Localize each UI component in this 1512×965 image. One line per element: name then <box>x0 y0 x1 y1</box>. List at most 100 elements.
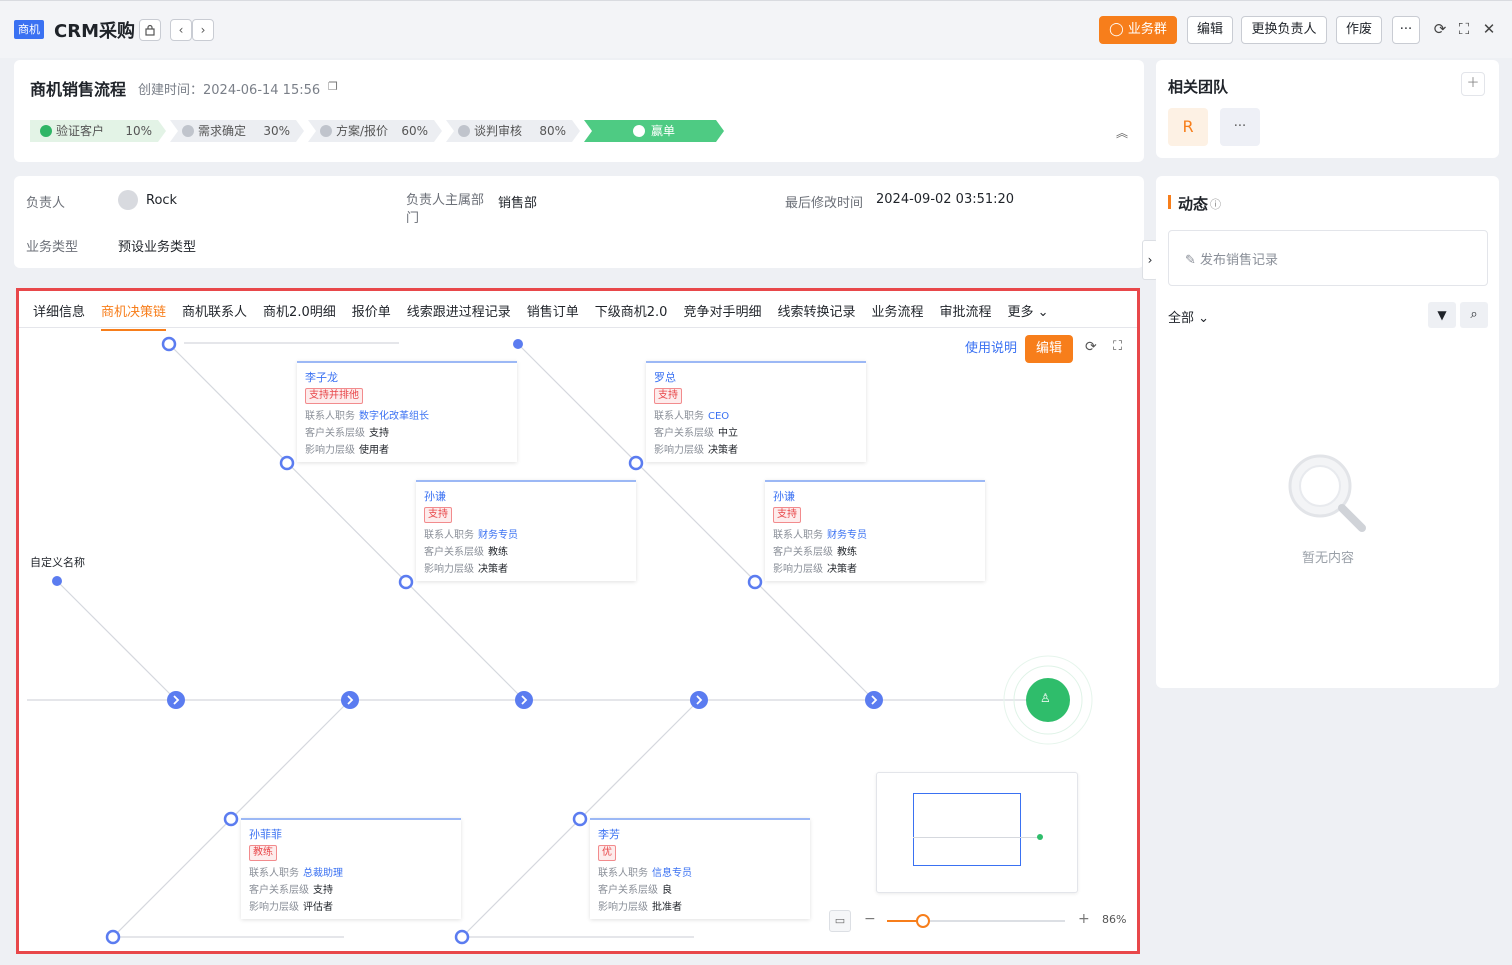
contact-node-card[interactable]: 孙谦 支持 联系人职务 财务专员 客户关系层级 教练 影响力层级 决策者 <box>416 480 636 581</box>
stage-item-win[interactable]: 赢单 <box>584 120 724 142</box>
close-icon[interactable]: ✕ <box>1480 20 1498 38</box>
empty-state-icon <box>1288 454 1366 532</box>
record-type-tag: 商机 <box>14 20 44 39</box>
dept-label: 负责人主属部门 <box>406 193 485 226</box>
node-badge: 优 <box>598 845 616 861</box>
tab-contacts[interactable]: 商机联系人 <box>182 301 247 325</box>
node-name[interactable]: 李子龙 <box>305 369 509 385</box>
stage-dot-icon <box>458 125 470 137</box>
target-person-icon[interactable]: ♙ <box>1040 691 1051 705</box>
chat-icon: ◯ <box>1109 22 1124 37</box>
pencil-icon: ✎ <box>1185 253 1196 268</box>
stage-dot-icon <box>182 125 194 137</box>
zoom-level: 86% <box>1102 913 1127 926</box>
node-badge: 教练 <box>249 845 277 861</box>
contact-node-card[interactable]: 孙菲菲 教练 联系人职务 总裁助理 客户关系层级 支持 影响力层级 评估者 <box>241 818 461 919</box>
stage-dot-icon <box>320 125 332 137</box>
contact-node-card[interactable]: 孙谦 支持 联系人职务 财务专员 客户关系层级 教练 影响力层级 决策者 <box>765 480 985 581</box>
created-time: 创建时间：2024-06-14 15:56 <box>138 83 321 98</box>
tab-business-flow[interactable]: 业务流程 <box>872 301 924 325</box>
stage-item[interactable]: 方案/报价 60% <box>308 120 442 142</box>
node-name[interactable]: 孙菲菲 <box>249 826 453 842</box>
usage-guide-link[interactable]: 使用说明 <box>965 337 1017 356</box>
edit-button[interactable]: 编辑 <box>1187 16 1233 44</box>
modified-value: 2024-09-02 03:51:20 <box>876 192 1015 207</box>
node-badge: 支持并排他 <box>305 388 363 404</box>
minimap[interactable] <box>876 772 1078 893</box>
minimap-viewport[interactable] <box>913 793 1021 866</box>
node-badge: 支持 <box>654 388 682 404</box>
tab-details[interactable]: 详细信息 <box>33 301 85 325</box>
help-icon[interactable]: ⓘ <box>1210 196 1221 212</box>
node-name[interactable]: 李芳 <box>598 826 802 842</box>
business-group-button[interactable]: ◯ 业务群 <box>1099 16 1177 44</box>
tab-sub-opportunities[interactable]: 下级商机2.0 <box>595 301 668 325</box>
tab-competitors[interactable]: 竞争对手明细 <box>683 301 761 325</box>
avatar <box>118 190 138 210</box>
feed-filter-select[interactable]: 全部 ⌄ <box>1168 307 1209 326</box>
tab-details-2[interactable]: 商机2.0明细 <box>263 301 336 325</box>
activity-card: 动态 ⓘ ✎ 发布销售记录 全部 ⌄ ▼ ⌕ 暂无内容 <box>1156 176 1499 688</box>
section-marker <box>1168 195 1171 209</box>
collapse-icon[interactable]: ︽ <box>1116 124 1128 141</box>
zoom-out-icon[interactable]: − <box>864 911 876 927</box>
zoom-slider-thumb[interactable] <box>915 914 930 928</box>
node-name[interactable]: 罗总 <box>654 369 858 385</box>
void-button[interactable]: 作废 <box>1336 16 1382 44</box>
top-bar: 商机 CRM采购 ‹ › ◯ 业务群 编辑 更换负责人 作废 ··· ⟳ ⛶ ✕ <box>0 0 1512 58</box>
tab-sales-orders[interactable]: 销售订单 <box>527 301 579 325</box>
contact-node-card[interactable]: 李子龙 支持并排他 联系人职务 数字化改革组长 客户关系层级 支持 影响力层级 使用者 <box>297 361 517 462</box>
custom-name-label[interactable]: 自定义名称 <box>30 554 85 570</box>
fullscreen-icon[interactable]: ⛶ <box>1455 20 1473 38</box>
change-owner-button[interactable]: 更换负责人 <box>1241 16 1327 44</box>
more-button[interactable]: ··· <box>1392 16 1420 44</box>
chain-edit-button[interactable]: 编辑 <box>1025 335 1073 363</box>
empty-state-text: 暂无内容 <box>1302 551 1355 566</box>
minimap-line <box>913 837 1041 838</box>
fullscreen-icon[interactable]: ⛶ <box>1113 339 1122 354</box>
tab-approval-flow[interactable]: 审批流程 <box>940 301 992 325</box>
page-title: CRM采购 <box>54 21 135 42</box>
copy-icon[interactable]: ❐ <box>328 80 338 93</box>
stage-item[interactable]: 谈判审核 80% <box>446 120 580 142</box>
prev-record-button[interactable]: ‹ <box>170 19 192 41</box>
team-more-button[interactable]: ··· <box>1220 108 1260 146</box>
feed-title: 动态 <box>1178 195 1209 213</box>
tab-more[interactable]: 更多 ⌄ <box>1008 301 1049 325</box>
team-title: 相关团队 <box>1168 78 1229 96</box>
stage-item[interactable]: 需求确定 30% <box>170 120 304 142</box>
minimap-toggle-icon[interactable]: ▭ <box>829 910 851 932</box>
lock-icon[interactable] <box>139 19 161 41</box>
member-avatar[interactable]: R <box>1168 108 1208 146</box>
contact-node-card[interactable]: 李芳 优 联系人职务 信息专员 客户关系层级良 影响力层级 批准者 <box>590 818 810 919</box>
check-icon <box>633 125 645 137</box>
process-title: 商机销售流程 <box>30 80 127 99</box>
contact-node-card[interactable]: 罗总 支持 联系人职务 CEO 客户关系层级 中立 影响力层级 决策者 <box>646 361 866 462</box>
search-icon[interactable]: ⌕ <box>1460 302 1488 328</box>
owner-value[interactable]: Rock <box>146 193 177 208</box>
node-badge: 支持 <box>424 507 452 523</box>
decision-chain-panel: 详细信息 商机决策链 商机联系人 商机2.0明细 报价单 线索跟进过程记录 销售… <box>16 288 1140 954</box>
node-name[interactable]: 孙谦 <box>424 488 628 504</box>
node-name[interactable]: 孙谦 <box>773 488 977 504</box>
zoom-slider[interactable] <box>887 914 1065 928</box>
type-label: 业务类型 <box>26 240 79 255</box>
tab-bar: 详细信息 商机决策链 商机联系人 商机2.0明细 报价单 线索跟进过程记录 销售… <box>33 301 1065 331</box>
filter-icon[interactable]: ▼ <box>1428 302 1456 328</box>
next-record-button[interactable]: › <box>192 19 214 41</box>
tab-lead-conversion[interactable]: 线索转换记录 <box>777 301 855 325</box>
minimap-target <box>1037 834 1043 840</box>
zoom-in-icon[interactable]: + <box>1078 911 1090 927</box>
check-icon <box>40 125 52 137</box>
tab-quotes[interactable]: 报价单 <box>352 301 391 325</box>
refresh-icon[interactable]: ⟳ <box>1431 20 1449 38</box>
modified-label: 最后修改时间 <box>785 196 864 211</box>
sales-process-card: 商机销售流程 创建时间：2024-06-14 15:56 ❐ 验证客户 10% 需… <box>14 60 1144 162</box>
tab-decision-chain[interactable]: 商机决策链 <box>101 301 167 331</box>
post-record-input[interactable]: ✎ 发布销售记录 <box>1168 230 1488 286</box>
refresh-icon[interactable]: ⟳ <box>1085 339 1097 355</box>
tab-lead-followups[interactable]: 线索跟进过程记录 <box>407 301 511 325</box>
info-card: 负责人 Rock 负责人主属部门 销售部 最后修改时间 2024-09-02 0… <box>14 176 1144 268</box>
stage-item[interactable]: 验证客户 10% <box>30 120 166 142</box>
add-member-button[interactable]: ＋ <box>1461 72 1485 96</box>
